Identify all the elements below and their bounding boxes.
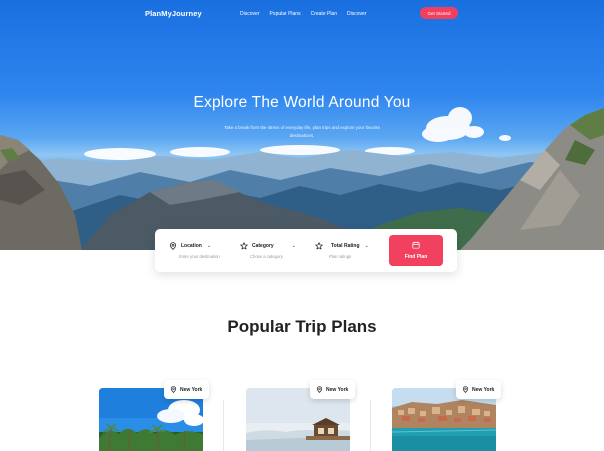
hero-banner: PlanMyJourney Discover Popular Plans Cre… (0, 0, 604, 250)
map-pin-icon (170, 242, 176, 250)
location-name: New York (472, 386, 495, 393)
chevron-down-icon: ⌄ (206, 243, 212, 249)
star-icon (315, 242, 323, 250)
category-label: Category (252, 243, 274, 249)
map-pin-icon (316, 386, 323, 393)
find-plan-button[interactable]: Find Plan (389, 235, 443, 266)
calendar-icon (412, 241, 420, 249)
category-hint: Chose a category (250, 254, 283, 259)
chevron-down-icon: ⌄ (291, 243, 296, 249)
map-pin-icon (170, 386, 177, 393)
rating-label: Total Rating (331, 243, 360, 249)
rating-filter[interactable]: Total Rating ⌄ Plan ratings (315, 241, 369, 263)
location-filter[interactable]: Location ⌄ Enter your destination (169, 241, 220, 263)
star-icon (240, 242, 248, 250)
chevron-down-icon: ⌄ (364, 243, 369, 249)
location-label: Location (181, 243, 202, 249)
map-pin-icon (462, 386, 469, 393)
location-badge: New York (456, 380, 502, 399)
find-plan-label: Find Plan (404, 254, 428, 260)
brand-logo[interactable]: PlanMyJourney (145, 9, 202, 18)
location-badge: New York (164, 380, 210, 399)
search-panel: Location ⌄ Enter your destination Catego… (155, 229, 457, 272)
rating-hint: Plan ratings (329, 254, 352, 259)
nav-link-popular-plans[interactable]: Popular Plans (269, 11, 300, 17)
nav-link-discover[interactable]: Discover (240, 11, 259, 17)
location-hint: Enter your destination (179, 254, 220, 259)
location-name: New York (326, 386, 349, 393)
nav-link-create-plan[interactable]: Create Plan (311, 11, 337, 17)
hero-subtitle: Take a break from the stress of everyday… (224, 125, 380, 138)
card-divider (223, 400, 224, 451)
popular-section-title: Popular Trip Plans (227, 317, 377, 336)
nav-links: Discover Popular Plans Create Plan Disco… (240, 11, 376, 17)
card-divider (370, 400, 371, 451)
nav-link-discover-2[interactable]: Discover (347, 11, 366, 17)
get-started-button[interactable]: Get Started (420, 7, 458, 19)
category-filter[interactable]: Category ⌄ Chose a category (240, 241, 296, 263)
location-badge: New York (310, 380, 356, 399)
location-name: New York (180, 386, 203, 393)
hero-title: Explore The World Around You (193, 94, 411, 111)
top-navigation: PlanMyJourney Discover Popular Plans Cre… (0, 0, 604, 28)
